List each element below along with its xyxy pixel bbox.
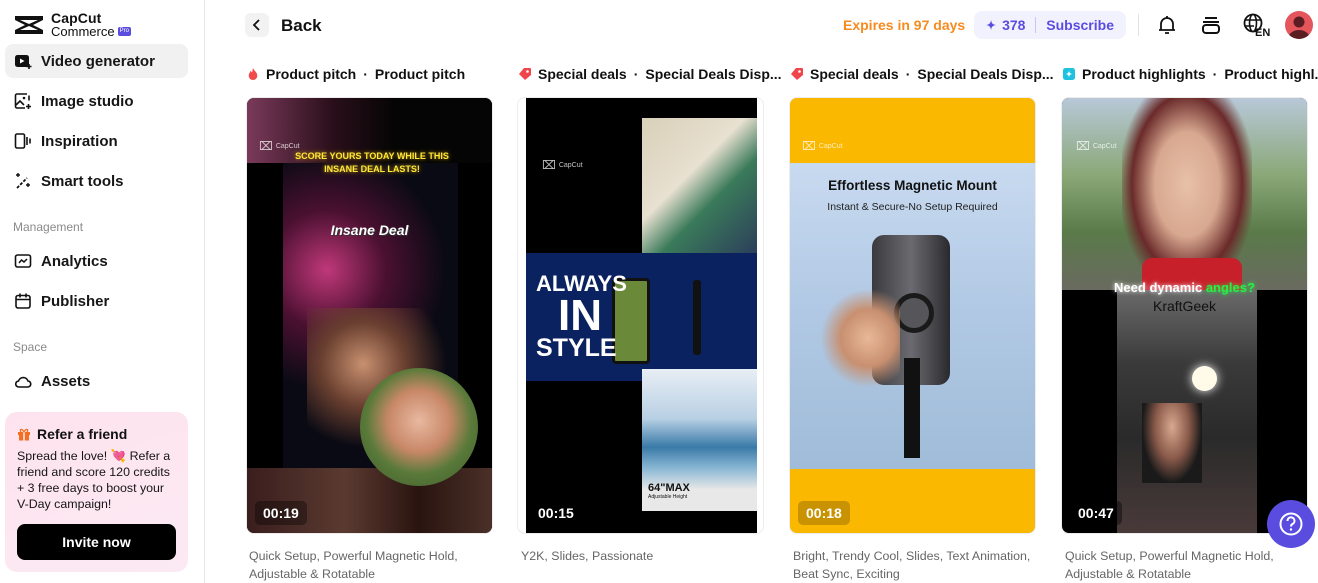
presenter-bubble: [360, 368, 478, 486]
chevron-left-icon: [252, 19, 260, 31]
sidebar-item-video-generator[interactable]: Video generator: [5, 44, 188, 78]
sidebar-item-assets[interactable]: Assets: [5, 364, 188, 398]
bell-icon: [1159, 16, 1175, 34]
fire-icon: [248, 68, 258, 80]
question-mark-icon: [1279, 512, 1303, 536]
mount-stick: [904, 358, 920, 458]
credits-count: 378: [1002, 17, 1026, 33]
video-thumbnail[interactable]: Effortless Magnetic Mount Instant & Secu…: [789, 97, 1036, 534]
watermark: ⌧ CapCut: [542, 158, 583, 172]
cloud-icon: [14, 376, 32, 388]
refer-a-friend-card: Refer a friend Spread the love! 💘 Refer …: [5, 412, 188, 572]
overlay-caption: SCORE YOURS TODAY WHILE THIS INSANE DEAL…: [295, 151, 449, 174]
card-tags: Bright, Trendy Cool, Slides, Text Animat…: [793, 549, 1031, 581]
magsafe-ring: [894, 293, 934, 333]
magic-wand-icon: [16, 173, 30, 189]
duration-badge: 00:18: [798, 501, 850, 525]
globe-icon: EN: [1243, 13, 1270, 37]
overlay-caption: Need dynamic angles?: [1114, 280, 1255, 295]
back-label[interactable]: Back: [281, 16, 322, 36]
brand-logo[interactable]: CapCut Commerce Pro: [13, 11, 131, 39]
card-tags: Quick Setup, Powerful Magnetic Hold, Adj…: [1065, 549, 1274, 581]
section-label-space: Space: [13, 340, 48, 354]
hand-image: [820, 288, 900, 388]
analytics-icon: [14, 254, 32, 268]
duration-badge: 00:15: [538, 505, 574, 521]
credits-subscribe-pill[interactable]: 378 Subscribe: [974, 11, 1126, 39]
divider: [1035, 17, 1037, 33]
sidebar-item-inspiration[interactable]: Inspiration: [5, 124, 188, 158]
creator-image: [1142, 403, 1202, 483]
language-button[interactable]: EN: [1243, 13, 1273, 37]
duration-badge: 00:19: [255, 501, 307, 525]
calendar-icon: [15, 293, 31, 309]
sidebar-item-label: Image studio: [41, 92, 134, 110]
sidebar-item-label: Assets: [41, 372, 91, 390]
sidebar-item-label: Inspiration: [41, 132, 118, 150]
overlay-spec: 64"MAX Adjustable Height: [648, 482, 690, 501]
invite-now-button[interactable]: Invite now: [17, 524, 176, 560]
card-tags: Quick Setup, Powerful Magnetic Hold, Adj…: [249, 549, 458, 581]
image-studio-icon: [14, 93, 31, 109]
overlay-headline: ALWAYS IN STYLE: [536, 271, 627, 362]
card-title[interactable]: Product pitch · Product pitch: [247, 66, 465, 82]
section-label-management: Management: [13, 220, 84, 234]
watermark: ⌧ CapCut: [259, 139, 300, 153]
sidebar-item-smart-tools[interactable]: Smart tools: [5, 164, 188, 198]
video-thumbnail[interactable]: Need dynamic angles? KraftGeek ⌧ CapCut 0…: [1061, 97, 1308, 534]
sidebar-item-analytics[interactable]: Analytics: [5, 244, 188, 278]
overlay-brand: KraftGeek: [1152, 298, 1217, 314]
tasks-button[interactable]: [1199, 13, 1223, 37]
overlay-subtitle: Instant & Secure-No Setup Required: [827, 201, 998, 213]
sidebar-item-publisher[interactable]: Publisher: [5, 284, 188, 318]
selfie-stick-image: [693, 280, 701, 355]
overlay-title: Insane Deal: [330, 222, 409, 238]
sparkle-box-icon: [1063, 68, 1075, 80]
card-title[interactable]: Special deals · Special Deals Disp...: [791, 66, 1054, 82]
card-title[interactable]: Special deals · Special Deals Disp...: [519, 66, 782, 82]
sidebar-item-label: Video generator: [41, 52, 155, 70]
video-thumbnail[interactable]: ⌧ CapCut SCORE YOURS TODAY WHILE THIS INS…: [246, 97, 493, 534]
watermark: ⌧ CapCut: [802, 139, 843, 153]
sidebar-item-label: Publisher: [41, 292, 110, 310]
tag-icon: [791, 68, 803, 80]
card-title[interactable]: Product highlights · Product highl...: [1063, 66, 1318, 82]
watermark: ⌧ CapCut: [1076, 139, 1117, 153]
overlay-title: Effortless Magnetic Mount: [828, 178, 997, 193]
notifications-button[interactable]: [1155, 13, 1179, 37]
user-avatar[interactable]: [1285, 11, 1313, 39]
tag-icon: [519, 68, 531, 80]
refer-title: Refer a friend: [37, 426, 128, 442]
ring-light: [1192, 366, 1217, 391]
stack-icon: [1202, 17, 1220, 34]
header-divider: [1138, 14, 1139, 36]
help-button[interactable]: [1267, 500, 1315, 548]
sidebar-item-image-studio[interactable]: Image studio: [5, 84, 188, 118]
card-tags: Y2K, Slides, Passionate: [521, 549, 654, 563]
subscription-expiry: Expires in 97 days: [843, 17, 966, 33]
video-generator-icon: [15, 55, 32, 69]
inspiration-icon: [14, 133, 31, 149]
gift-icon: [18, 428, 30, 441]
pro-badge: Pro: [117, 27, 131, 36]
video-thumbnail[interactable]: ALWAYS IN STYLE 64"MAX Adjustable Height…: [517, 97, 764, 534]
heart-arrow-icon: 💘: [110, 449, 127, 463]
sparkle-icon: [986, 19, 997, 31]
brand-sub: Commerce: [51, 24, 115, 39]
duration-badge: 00:47: [1070, 501, 1122, 525]
subscribe-link[interactable]: Subscribe: [1046, 17, 1114, 33]
back-button[interactable]: [245, 13, 269, 37]
user-icon: [1288, 16, 1310, 39]
sidebar-item-label: Analytics: [41, 252, 108, 270]
sidebar-item-label: Smart tools: [41, 172, 124, 190]
capcut-logo-icon: [15, 16, 43, 34]
language-code: EN: [1255, 27, 1270, 37]
sidebar: CapCut Commerce Pro Video generator Image…: [0, 0, 205, 583]
refer-description: Spread the love! 💘 Refer a friend and sc…: [17, 449, 171, 511]
product-photo: [642, 118, 757, 261]
